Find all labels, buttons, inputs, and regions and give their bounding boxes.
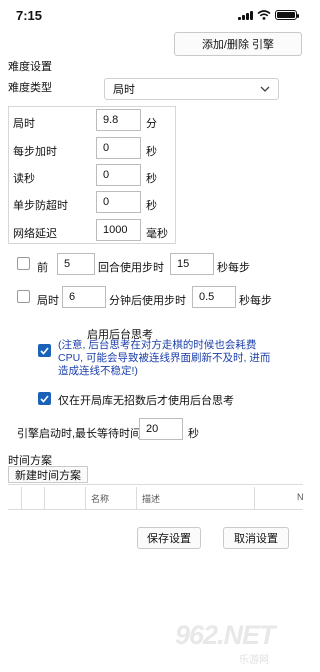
rule2-prefix: 局时 xyxy=(37,295,59,307)
background-thinking-warning: (注意, 后台思考在对方走棋的时候也会耗费 CPU, 可能会导致被连线界面刷新不… xyxy=(58,339,270,378)
engine-wait-unit: 秒 xyxy=(188,428,199,440)
difficulty-type-value: 局时 xyxy=(113,84,135,96)
param-label-game-time: 局时 xyxy=(13,118,35,130)
engine-wait-label: 引擎启动时,最长等待时间 xyxy=(17,428,142,440)
param-label-timeout-guard: 单步防超时 xyxy=(13,200,68,212)
watermark-logo: 962.NET 乐游网 xyxy=(175,620,305,668)
param-unit-byoyomi: 秒 xyxy=(146,173,157,185)
chevron-down-icon xyxy=(260,86,270,92)
save-settings-button[interactable]: 保存设置 xyxy=(137,527,201,549)
add-remove-engine-button[interactable]: 添加/删除 引擎 xyxy=(174,32,302,56)
param-unit-game-time: 分 xyxy=(146,118,157,130)
byoyomi-input[interactable]: 0 xyxy=(96,164,141,186)
param-label-increment: 每步加时 xyxy=(13,146,57,158)
param-unit-timeout-guard: 秒 xyxy=(146,200,157,212)
column-header-name[interactable]: 名称 xyxy=(91,492,109,505)
wifi-icon xyxy=(257,10,271,20)
cancel-settings-button[interactable]: 取消设置 xyxy=(223,527,289,549)
book-only-label: 仅在开局库无招数后才使用后台思考 xyxy=(58,395,234,407)
column-header-n[interactable]: N xyxy=(297,492,304,502)
increment-input[interactable]: 0 xyxy=(96,137,141,159)
timeout-guard-input[interactable]: 0 xyxy=(96,191,141,213)
rule2-checkbox[interactable] xyxy=(17,290,30,303)
new-time-scheme-button[interactable]: 新建时间方案 xyxy=(8,466,88,483)
background-thinking-checkbox[interactable] xyxy=(38,344,51,357)
warning-line-2: CPU, 可能会导致被连线界面刷新不及时, 进而 xyxy=(58,352,271,364)
rule2-mid-label: 分钟后使用步时 xyxy=(109,295,186,307)
difficulty-type-label: 难度类型 xyxy=(8,82,52,94)
rule1-rounds-input[interactable]: 5 xyxy=(57,253,95,275)
signal-icon xyxy=(238,10,253,20)
rule2-suffix: 秒每步 xyxy=(239,295,272,307)
param-label-byoyomi: 读秒 xyxy=(13,173,35,185)
book-only-checkbox[interactable] xyxy=(38,392,51,405)
rule1-mid-label: 回合使用步时 xyxy=(98,262,164,274)
warning-line-1: (注意, 后台思考在对方走棋的时候也会耗费 xyxy=(58,339,257,351)
checkmark-icon xyxy=(40,346,49,355)
difficulty-section-title: 难度设置 xyxy=(8,61,52,73)
status-time: 7:15 xyxy=(16,8,43,23)
param-unit-network-delay: 毫秒 xyxy=(146,228,168,240)
difficulty-type-select[interactable]: 局时 xyxy=(104,78,279,100)
warning-line-3: 造成连线不稳定!) xyxy=(58,365,138,377)
rule1-suffix: 秒每步 xyxy=(217,262,250,274)
status-icons xyxy=(238,10,299,20)
column-header-description[interactable]: 描述 xyxy=(142,492,160,505)
rule1-checkbox[interactable] xyxy=(17,257,30,270)
param-unit-increment: 秒 xyxy=(146,146,157,158)
rule2-seconds-input[interactable]: 0.5 xyxy=(192,286,236,308)
watermark-logo-text: 962.NET xyxy=(175,620,276,650)
rule2-minutes-input[interactable]: 6 xyxy=(62,286,106,308)
engine-wait-input[interactable]: 20 xyxy=(139,418,183,440)
game-time-input[interactable]: 9.8 xyxy=(96,109,141,131)
network-delay-input[interactable]: 1000 xyxy=(96,219,141,241)
checkmark-icon xyxy=(40,394,49,403)
watermark-subtext: 乐游网 xyxy=(239,655,269,666)
time-scheme-table-header: 名称 描述 N xyxy=(8,484,304,510)
param-label-network-delay: 网络延迟 xyxy=(13,228,57,240)
rule1-seconds-input[interactable]: 15 xyxy=(170,253,214,275)
rule1-prefix: 前 xyxy=(37,262,48,274)
battery-icon xyxy=(275,10,299,20)
